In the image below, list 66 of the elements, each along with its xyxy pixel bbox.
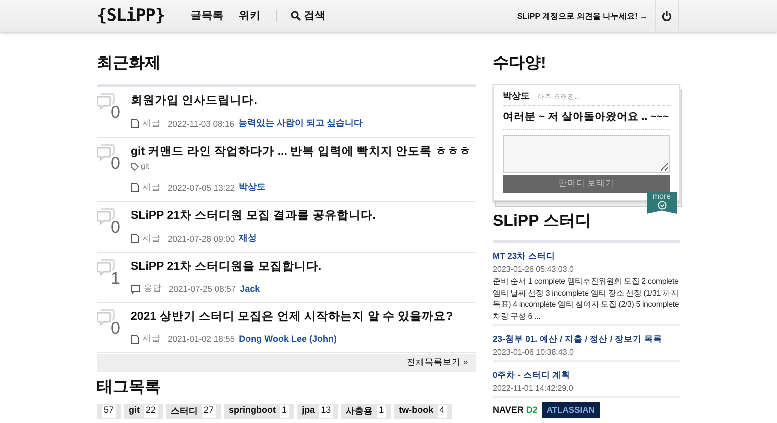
tag-chip[interactable]: springboot 1 [224, 404, 294, 419]
study-title[interactable]: 0주차 - 스터디 계획 [493, 370, 571, 380]
post-date: 2021-01-02 18:55 [168, 334, 236, 344]
study-date: 2023-01-06 10:38:43.0 [493, 347, 575, 358]
section-title: 최근화제 [97, 54, 162, 74]
study-title[interactable]: 23-첨부 01. 예산 / 지출 / 정산 / 장보기 목록 [493, 334, 662, 344]
tag-chip[interactable]: git 22 [124, 404, 164, 419]
tag-chip[interactable]: 스터디 27 [166, 404, 222, 419]
tag-chip[interactable]: 57 [97, 404, 122, 419]
author-link[interactable]: 능력있는 사람이 되고 싶습니다 [238, 117, 363, 130]
tag-chip[interactable]: tw-book 4 [394, 404, 452, 419]
tag-icon [131, 162, 139, 170]
post-type: 새글 [143, 333, 161, 345]
author-link[interactable]: Dong Wook Lee (John) [239, 334, 337, 344]
post-date: 2021-07-28 09:00 [168, 234, 236, 244]
post-tag[interactable]: git [131, 162, 472, 171]
nav-link[interactable]: 글목록 [191, 9, 224, 23]
section-title: SLiPP 스터디 [493, 212, 592, 232]
post-type: 새글 [143, 118, 161, 130]
study-title[interactable]: MT 23차 스터디 [493, 251, 556, 261]
atlassian-logo[interactable]: ATLASSIAN [542, 402, 600, 418]
nav-link[interactable]: 위키 [239, 9, 262, 23]
author-link[interactable]: Jack [240, 284, 260, 294]
search-icon [291, 11, 302, 21]
document-icon [131, 119, 139, 128]
message-input[interactable] [503, 135, 670, 173]
document-icon [131, 183, 139, 192]
power-button[interactable] [655, 0, 679, 32]
tag-chip[interactable]: 사충용 1 [341, 404, 392, 419]
search-link[interactable]: 검색 [291, 9, 326, 23]
post-title[interactable]: SLiPP 21차 스터디원 모집 결과를 공유합니다. [131, 208, 376, 224]
post-title[interactable]: git 커맨드 라인 작업하다가 ... 반복 입력에 빡치지 안도록 ㅎㅎㅎ [131, 144, 472, 160]
slipp-logo[interactable]: {SLiPP} [97, 6, 166, 26]
author-link[interactable]: 재성 [239, 232, 258, 245]
post-date: 2022-11-03 08:16 [168, 118, 234, 128]
comment-icon [131, 284, 140, 294]
section-title: 태그목록 [97, 378, 162, 398]
reply-count: 0 [111, 154, 120, 174]
post-date: 2022-07-05 13:22 [168, 182, 236, 192]
post-type: 새글 [143, 182, 161, 194]
post-title[interactable]: SLiPP 21차 스터디원을 모집합니다. [131, 259, 322, 275]
reply-count: 1 [111, 269, 120, 289]
post-date: 2021-07-25 08:57 [169, 284, 236, 294]
author-link[interactable]: 박상도 [239, 181, 266, 194]
post-title[interactable]: 회원가입 인사드립니다. [131, 93, 363, 109]
study-summary: 준비 순서 1 complete 엠티추진위원회 모집 2 complete 엠티 날짜 선정 3 incomplete 엠티 장소 선정 (1/31 까지 목표) 4 incomplete 엠티 참여자 모집 (2/3) 5 incomplete 차량 구성 6 ... [493, 276, 680, 322]
post-type: 응답 [144, 283, 162, 295]
login-link[interactable]: SLiPP 계정으로 의견을 나누세요! → [517, 10, 648, 22]
study-date: 2023-01-26 05:43:03.0 [493, 264, 575, 275]
post-type: 새글 [143, 232, 161, 244]
document-icon [131, 334, 139, 344]
document-icon [131, 234, 139, 243]
arrow-down-icon [658, 201, 666, 210]
chat-author: 박상도 [503, 90, 530, 103]
tag-chip[interactable]: jpa 13 [297, 404, 338, 419]
view-all-link[interactable]: 전체목록보기 » [406, 357, 468, 369]
naver-logo[interactable]: NAVER D2 [493, 405, 538, 415]
post-title[interactable]: 2021 상반기 스터디 모집은 언제 시작하는지 알 수 있을까요? [131, 309, 454, 325]
study-date: 2022-11-01 14:42:29.0 [493, 383, 574, 394]
reply-count: 0 [111, 218, 120, 238]
reply-count: 0 [111, 319, 120, 339]
section-title: 수다양! [493, 54, 548, 74]
power-icon [662, 10, 672, 22]
chat-message: 여러분 ~ 저 살아돌아왔어요 .. ~~~ [503, 106, 670, 130]
reply-count: 0 [111, 103, 120, 123]
more-ribbon[interactable]: more [647, 192, 677, 214]
